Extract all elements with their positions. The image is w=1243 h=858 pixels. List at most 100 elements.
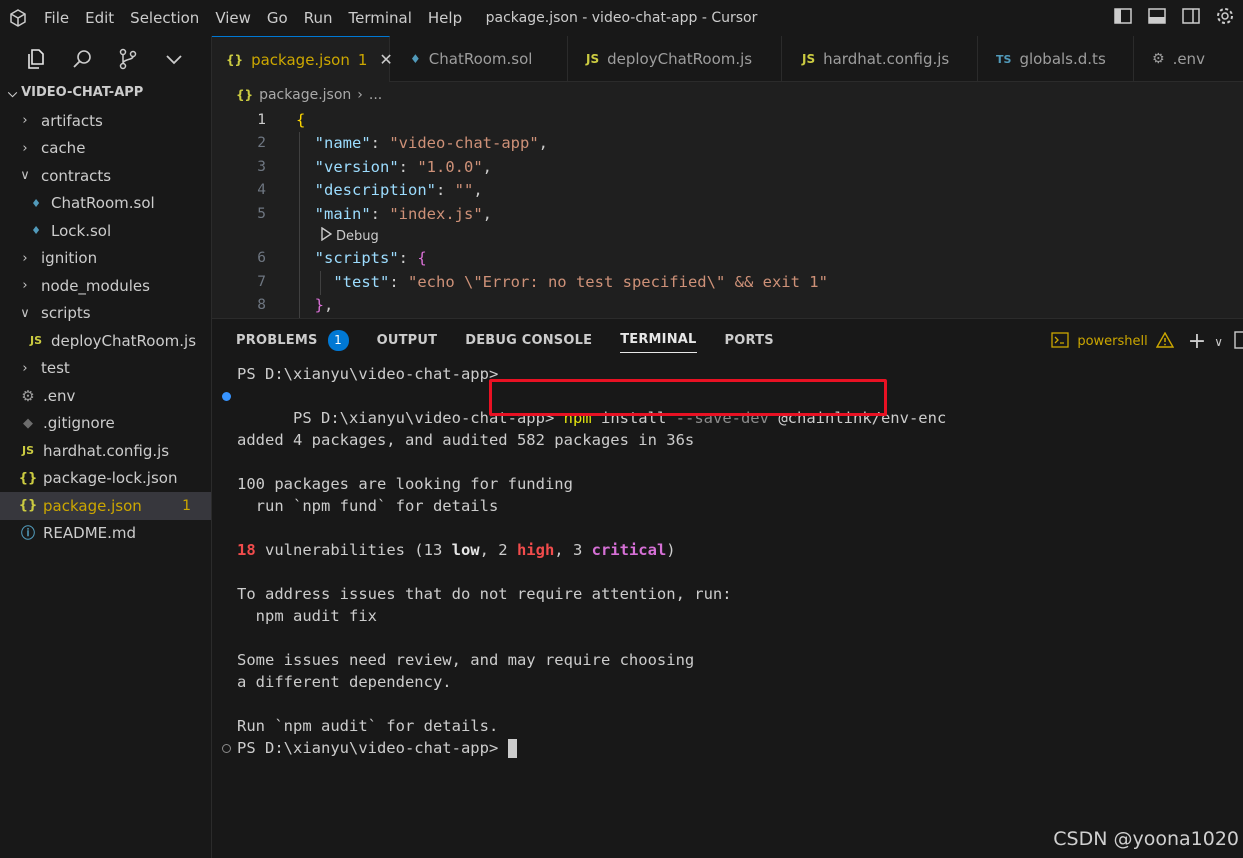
tab-package-json[interactable]: {} package.json 1 ✕ — [212, 36, 393, 82]
solidity-file-icon: ♦ — [31, 196, 41, 210]
tree-item-cache[interactable]: › cache — [0, 135, 211, 163]
tab-output[interactable]: OUTPUT — [377, 319, 438, 361]
tab-deploychatroom-js[interactable]: JS deployChatRoom.js — [568, 36, 782, 82]
vuln-text: ) — [666, 541, 676, 559]
code-line: 7 "test": "echo \"Error: no test specifi… — [212, 270, 1243, 294]
tree-item-artifacts[interactable]: › artifacts — [0, 107, 211, 135]
gear-icon: ⚙ — [21, 386, 35, 405]
debug-label: Debug — [336, 228, 379, 244]
js-file-icon: JS — [802, 52, 816, 66]
menu-selection[interactable]: Selection — [122, 0, 207, 36]
debug-codelens[interactable]: Debug — [212, 226, 1243, 247]
terminal-line: run `npm fund` for details — [237, 497, 499, 515]
terminal-line: PS D:\xianyu\video-chat-app> — [212, 737, 1243, 759]
code-text: "main": "index.js", — [314, 204, 493, 223]
tree-item-gitignore[interactable]: ◆ .gitignore — [0, 410, 211, 438]
settings-gear-icon[interactable] — [1215, 6, 1235, 28]
terminal-output[interactable]: PS D:\xianyu\video-chat-app> PS D:\xiany… — [212, 363, 1243, 759]
menu-terminal[interactable]: Terminal — [341, 0, 420, 36]
warning-icon — [1155, 331, 1174, 352]
breadcrumb-file[interactable]: package.json — [259, 82, 351, 108]
tab-hardhat-config-js[interactable]: JS hardhat.config.js — [782, 36, 978, 82]
tree-item-package-lock-json[interactable]: {} package-lock.json — [0, 465, 211, 493]
tree-item-contracts[interactable]: ∨ contracts — [0, 162, 211, 190]
menu-file[interactable]: File — [36, 0, 77, 36]
toggle-panel-icon[interactable] — [1147, 6, 1167, 28]
menu-edit[interactable]: Edit — [77, 0, 122, 36]
problem-badge: 1 — [182, 497, 191, 514]
tab-env[interactable]: ⚙ .env — [1134, 36, 1243, 82]
terminal-line: npm audit fix — [237, 607, 377, 625]
prompt: PS D:\xianyu\video-chat-app> — [237, 365, 499, 383]
tab-globals-d-ts[interactable]: TS globals.d.ts — [978, 36, 1134, 82]
tree-item-label: .gitignore — [43, 414, 115, 433]
terminal-line: Run `npm audit` for details. — [237, 717, 499, 735]
explorer-root[interactable]: ⌵ VIDEO-CHAT-APP — [0, 82, 211, 104]
tab-label: .env — [1172, 50, 1205, 68]
menu-help[interactable]: Help — [420, 0, 470, 36]
tree-item-hardhat-config-js[interactable]: JS hardhat.config.js — [0, 437, 211, 465]
tab-problems[interactable]: PROBLEMS 1 — [236, 319, 349, 361]
line-number: 5 — [257, 205, 266, 222]
tab-label: deployChatRoom.js — [607, 50, 753, 68]
menu-go[interactable]: Go — [259, 0, 296, 36]
solidity-file-icon: ♦ — [410, 52, 421, 66]
new-terminal-plus-icon[interactable]: + — [1188, 329, 1206, 354]
tab-terminal[interactable]: TERMINAL — [620, 327, 697, 353]
terminal-actions: powershell + ∨ — [1051, 329, 1243, 354]
tree-item-scripts[interactable]: ∨ scripts — [0, 300, 211, 328]
tree-item-test[interactable]: › test — [0, 355, 211, 383]
chevron-down-icon[interactable] — [162, 47, 186, 71]
tab-debug-console[interactable]: DEBUG CONSOLE — [465, 319, 592, 361]
tab-chatroom-sol[interactable]: ♦ ChatRoom.sol — [390, 36, 568, 82]
terminal-cursor — [507, 739, 517, 758]
tree-item-lock-sol[interactable]: ♦ Lock.sol — [0, 217, 211, 245]
play-icon — [320, 226, 333, 245]
split-terminal-icon[interactable] — [1231, 330, 1243, 353]
code-line: 1 { — [212, 108, 1243, 132]
toggle-sidebar-icon[interactable] — [1113, 6, 1133, 28]
code-text: "name": "video-chat-app", — [314, 134, 548, 153]
tree-item-readme-md[interactable]: ⓘ README.md — [0, 520, 211, 548]
tree-item-ignition[interactable]: › ignition — [0, 245, 211, 273]
explorer-files-icon[interactable] — [24, 47, 48, 71]
tree-item-deploychatroom-js[interactable]: JS deployChatRoom.js — [0, 327, 211, 355]
chevron-right-icon: › — [22, 113, 28, 129]
menu-view[interactable]: View — [207, 0, 259, 36]
code-line: 4 "description": "", — [212, 179, 1243, 203]
command-decoration-icon[interactable] — [222, 744, 231, 753]
shell-name[interactable]: powershell — [1077, 334, 1147, 349]
menu-run[interactable]: Run — [296, 0, 341, 36]
json-file-icon: {} — [236, 88, 254, 102]
search-icon[interactable] — [70, 47, 94, 71]
line-number: 3 — [257, 158, 266, 175]
tree-item-env[interactable]: ⚙ .env — [0, 382, 211, 410]
tree-item-package-json[interactable]: {} package.json 1 — [0, 492, 211, 520]
chevron-down-icon[interactable]: ∨ — [1214, 335, 1223, 349]
command-decoration-icon[interactable] — [222, 392, 231, 401]
code-line: 2 "name": "video-chat-app", — [212, 132, 1243, 156]
breadcrumb-more[interactable]: ... — [369, 82, 382, 108]
file-tree: › artifacts › cache ∨ contracts ♦ ChatRoom.sol ♦… — [0, 107, 211, 547]
toggle-secondary-sidebar-icon[interactable] — [1181, 6, 1201, 28]
problem-badge: 1 — [357, 50, 368, 69]
line-number: 4 — [257, 182, 266, 199]
breadcrumb: {} package.json › ... — [212, 82, 1243, 108]
tab-ports[interactable]: PORTS — [725, 319, 774, 361]
code-text: }, — [314, 296, 334, 315]
code-text: "version": "1.0.0", — [314, 157, 493, 176]
solidity-file-icon: ♦ — [31, 224, 41, 238]
code-editor[interactable]: {} package.json › ... 1 { 2 "name": "vid… — [212, 82, 1243, 318]
vuln-low: low — [451, 541, 480, 559]
tree-item-node-modules[interactable]: › node_modules — [0, 272, 211, 300]
source-control-icon[interactable] — [116, 47, 140, 71]
tree-item-chatroom-sol[interactable]: ♦ ChatRoom.sol — [0, 190, 211, 218]
problems-count-badge: 1 — [327, 329, 349, 351]
vuln-text: , 2 — [479, 541, 517, 559]
code-line: 5 "main": "index.js", — [212, 202, 1243, 226]
info-icon: ⓘ — [21, 526, 35, 543]
tree-item-label: Lock.sol — [51, 221, 112, 240]
tree-item-label: ignition — [41, 249, 98, 268]
